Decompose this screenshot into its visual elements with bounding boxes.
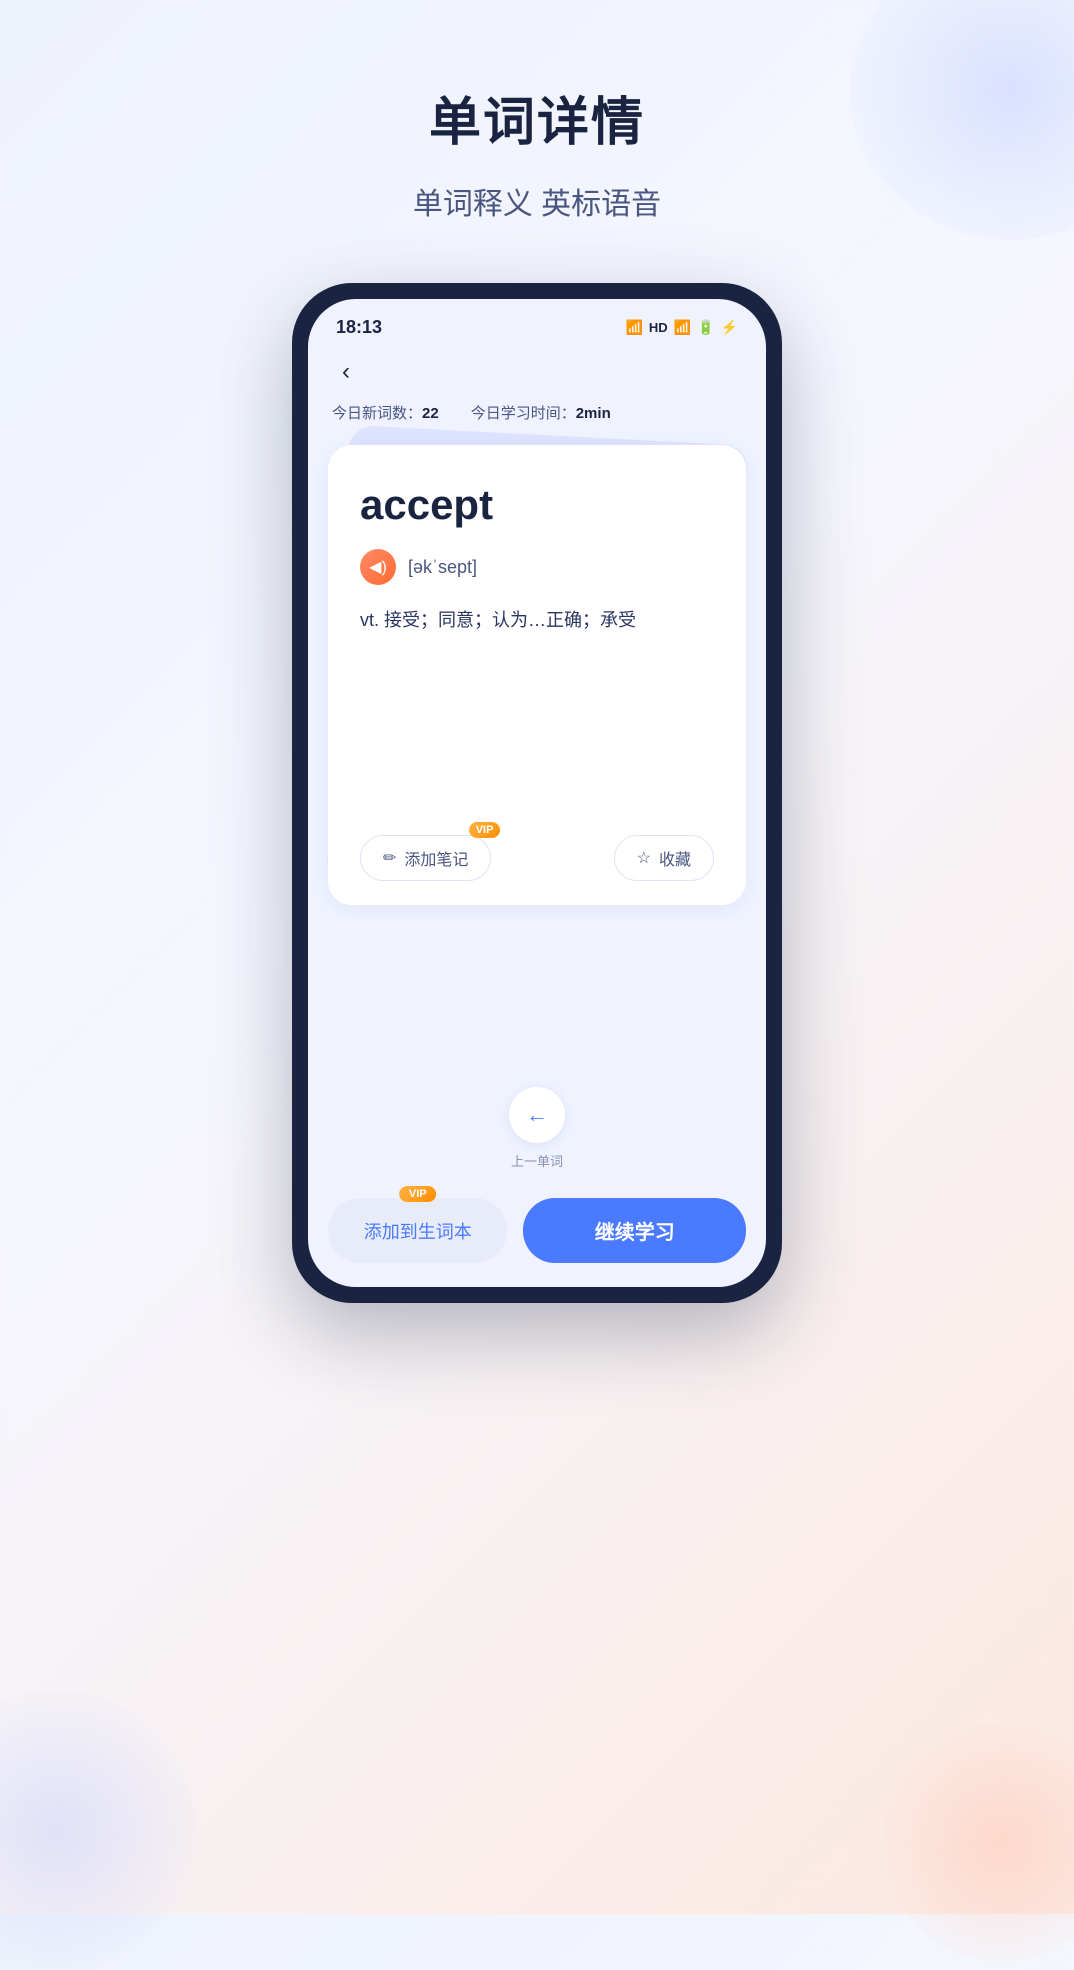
study-time-value: 2min xyxy=(576,405,611,422)
phone-inner: 18:13 📶 HD 📶 🔋 ⚡ ‹ 今日新词数：22 xyxy=(308,299,766,1287)
sound-button[interactable]: ◀) xyxy=(360,549,396,585)
add-note-label: 添加笔记 xyxy=(404,846,468,870)
prev-label: 上一单词 xyxy=(511,1151,563,1170)
note-icon: ✏ xyxy=(383,848,396,868)
definition-text: vt. 接受；同意；认为…正确；承受 xyxy=(360,605,714,636)
study-time-stat: 今日学习时间：2min xyxy=(471,402,611,423)
signal-icon: 📶 xyxy=(674,319,691,336)
prev-arrow-icon: ← xyxy=(526,1102,548,1128)
add-to-vocab-label: 添加到生词本 xyxy=(364,1222,472,1242)
vocab-vip-badge: VIP xyxy=(399,1186,437,1202)
continue-learning-label: 继续学习 xyxy=(595,1222,675,1244)
bg-blob-bottom-right xyxy=(882,1722,1074,1962)
page-title: 单词详情 xyxy=(413,80,661,155)
phone-frame: 18:13 📶 HD 📶 🔋 ⚡ ‹ 今日新词数：22 xyxy=(292,283,782,1303)
status-bar: 18:13 📶 HD 📶 🔋 ⚡ xyxy=(308,299,766,346)
back-arrow-icon: ‹ xyxy=(342,358,350,386)
page-header: 单词详情 单词释义 英标语音 xyxy=(413,80,661,223)
card-actions: VIP ✏ 添加笔记 ☆ 收藏 xyxy=(360,811,714,881)
status-time: 18:13 xyxy=(336,317,382,338)
status-icons: 📶 HD 📶 🔋 ⚡ xyxy=(625,319,738,336)
phonetic-text: [əkˈsept] xyxy=(408,557,477,578)
prev-word-button[interactable]: ← xyxy=(509,1087,565,1143)
back-area: ‹ xyxy=(308,346,766,390)
bottom-buttons: VIP 添加到生词本 继续学习 xyxy=(308,1186,766,1287)
add-to-vocab-button[interactable]: VIP 添加到生词本 xyxy=(328,1198,507,1263)
new-words-stat: 今日新词数：22 xyxy=(332,402,439,423)
back-button[interactable]: ‹ xyxy=(328,354,364,390)
bg-blob-top-right xyxy=(850,0,1074,240)
continue-learning-button[interactable]: 继续学习 xyxy=(523,1198,746,1263)
charging-icon: ⚡ xyxy=(721,319,738,336)
add-note-button[interactable]: VIP ✏ 添加笔记 xyxy=(360,835,491,881)
sound-icon: ◀) xyxy=(369,557,387,577)
word-card: accept ◀) [əkˈsept] vt. 接受；同意；认为…正确；承受 V… xyxy=(328,445,746,905)
new-words-label: 今日新词数： xyxy=(332,405,422,422)
new-words-value: 22 xyxy=(422,405,439,422)
battery-icon: 🔋 xyxy=(697,319,714,336)
word-text: accept xyxy=(360,481,714,529)
phone-container: 18:13 📶 HD 📶 🔋 ⚡ ‹ 今日新词数：22 xyxy=(292,283,782,1303)
page-subtitle: 单词释义 英标语音 xyxy=(413,179,661,223)
favorite-button[interactable]: ☆ 收藏 xyxy=(614,835,714,881)
note-vip-badge: VIP xyxy=(469,822,501,838)
star-icon: ☆ xyxy=(637,848,651,868)
wifi-icon: 📶 xyxy=(625,319,642,336)
nav-area: ← 上一单词 xyxy=(308,1071,766,1186)
pronunciation-row: ◀) [əkˈsept] xyxy=(360,549,714,585)
study-time-label: 今日学习时间： xyxy=(471,405,576,422)
card-area: accept ◀) [əkˈsept] vt. 接受；同意；认为…正确；承受 V… xyxy=(308,435,766,1071)
hd-label: HD xyxy=(649,320,668,335)
bg-blob-bottom-left xyxy=(0,1690,196,1970)
favorite-label: 收藏 xyxy=(659,846,691,870)
